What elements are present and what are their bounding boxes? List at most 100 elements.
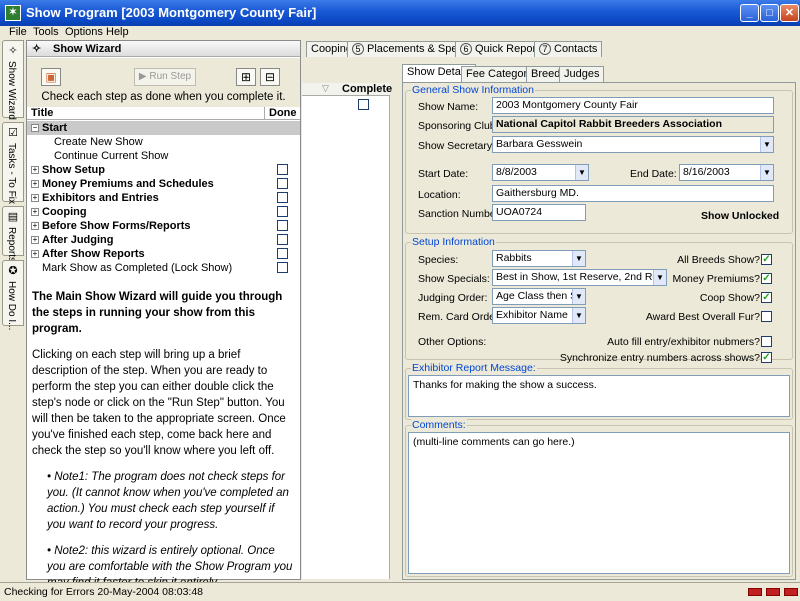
step-done-checkbox[interactable] [277, 234, 288, 245]
comments-field[interactable]: (multi-line comments can go here.) [408, 432, 790, 574]
show-name-label: Show Name: [418, 101, 479, 113]
show-list-grid: ▽ Complete [302, 83, 392, 579]
money-premiums-label: Money Premiums? [672, 273, 760, 285]
minimize-button[interactable]: _ [740, 4, 759, 22]
tree-step-row[interactable]: + After Judging [27, 233, 300, 247]
wizard-home-icon[interactable]: ▣ [41, 68, 61, 86]
chevron-down-icon[interactable]: ▼ [760, 137, 773, 152]
chevron-down-icon[interactable]: ▼ [575, 165, 588, 180]
specials-value: Best in Show, 1st Reserve, 2nd Reserve [496, 271, 667, 283]
tree-step-row[interactable]: Create New Show [27, 135, 300, 149]
step-done-checkbox[interactable] [277, 262, 288, 273]
tree-step-row[interactable]: + After Show Reports [27, 247, 300, 261]
step-done-checkbox[interactable] [277, 206, 288, 217]
expand-icon[interactable]: + [31, 208, 39, 216]
chevron-down-icon[interactable]: ▼ [653, 270, 666, 285]
secretary-value: Barbara Gesswein [496, 138, 583, 150]
grid-header: ▽ Complete [302, 83, 392, 96]
location-field[interactable]: Gaithersburg MD. [492, 185, 774, 202]
wizard-header: ✧ Show Wizard [27, 41, 300, 57]
menu-tools[interactable]: Tools [33, 26, 59, 38]
expand-icon[interactable]: + [31, 236, 39, 244]
wizard-instruction: Check each step as done when you complet… [41, 91, 286, 103]
chevron-down-icon[interactable]: ▼ [572, 251, 585, 266]
collapse-all-icon[interactable]: ⊟ [260, 68, 280, 86]
tree-step-row[interactable]: + Show Setup [27, 163, 300, 177]
auto-fill-checkbox[interactable] [761, 336, 772, 347]
tasks-icon: ☑ [8, 127, 18, 139]
sanction-field[interactable]: UOA0724 [492, 204, 586, 221]
report-message-group: Exhibitor Report Message: Thanks for mak… [405, 362, 793, 420]
side-tab-label: Show Wizard [6, 61, 17, 120]
side-tab-strip: ✧ Show Wizard ☑ Tasks - To Fix ▤ Reports… [2, 40, 24, 580]
tree-step-label: Create New Show [54, 136, 143, 148]
menu-help[interactable]: Help [106, 26, 129, 38]
money-premiums-checkbox[interactable]: ✓ [761, 273, 772, 284]
auto-fill-label: Auto fill entry/exhibitor nubmers? [607, 336, 760, 348]
chevron-down-icon[interactable]: ▼ [760, 165, 773, 180]
menu-options[interactable]: Options [65, 26, 103, 38]
tree-step-row[interactable]: + Money Premiums and Schedules [27, 177, 300, 191]
tree-step-row[interactable]: Mark Show as Completed (Lock Show) [27, 261, 300, 275]
expand-icon[interactable]: + [31, 250, 39, 258]
step-done-checkbox[interactable] [277, 164, 288, 175]
side-tab-reports[interactable]: ▤ Reports [2, 206, 24, 262]
show-details-panel: Show Details Fee Categories Breeds Judge… [400, 64, 798, 580]
tree-step-row[interactable]: − Start [27, 121, 300, 135]
tree-step-label: After Judging [42, 234, 114, 246]
step-done-checkbox[interactable] [277, 220, 288, 231]
chevron-down-icon[interactable]: ▼ [572, 308, 585, 323]
tree-step-row[interactable]: + Cooping [27, 205, 300, 219]
tab-judges[interactable]: Judges [559, 66, 605, 82]
tree-step-row[interactable]: + Exhibitors and Entries [27, 191, 300, 205]
menu-file[interactable]: File [9, 26, 27, 38]
tab-contacts[interactable]: 7 Contacts [534, 41, 603, 57]
rem-card-combo[interactable]: Exhibitor Name ▼ [492, 307, 586, 324]
end-date-picker[interactable]: 8/16/2003 ▼ [679, 164, 774, 181]
lock-status: Show Unlocked [701, 210, 780, 222]
tree-step-row[interactable]: Continue Current Show [27, 149, 300, 163]
tab-label: Contacts [554, 43, 598, 55]
side-tab-how-do-i[interactable]: ✪ How Do I... [2, 260, 24, 330]
best-fur-label: Award Best Overall Fur? [645, 311, 760, 323]
tab-page: General Show Information Show Name: 2003… [402, 82, 796, 580]
judging-order-combo[interactable]: Age Class then Sex ▼ [492, 288, 586, 305]
sanction-label: Sanction Number: [418, 208, 503, 220]
expand-all-icon[interactable]: ⊞ [236, 68, 256, 86]
report-message-field[interactable]: Thanks for making the show a success. [408, 375, 790, 417]
expand-icon[interactable]: + [31, 222, 39, 230]
general-info-group: General Show Information Show Name: 2003… [405, 84, 793, 234]
step-done-checkbox[interactable] [277, 248, 288, 259]
expand-icon[interactable]: + [31, 194, 39, 202]
side-tab-tasks[interactable]: ☑ Tasks - To Fix [2, 122, 24, 204]
run-step-button[interactable]: ▶ Run Step [134, 68, 196, 86]
start-date-value: 8/8/2003 [496, 166, 537, 178]
specials-combo[interactable]: Best in Show, 1st Reserve, 2nd Reserve ▼ [492, 269, 667, 286]
tree-step-label: Continue Current Show [54, 150, 169, 162]
coop-show-checkbox[interactable]: ✓ [761, 292, 772, 303]
best-fur-checkbox[interactable] [761, 311, 772, 322]
secretary-combo[interactable]: Barbara Gesswein ▼ [492, 136, 774, 153]
side-tab-show-wizard[interactable]: ✧ Show Wizard [2, 40, 24, 120]
expand-icon[interactable]: + [31, 180, 39, 188]
species-label: Species: [418, 254, 459, 266]
show-name-field[interactable]: 2003 Montgomery County Fair [492, 97, 774, 114]
tree-step-row[interactable]: + Before Show Forms/Reports [27, 219, 300, 233]
chevron-down-icon[interactable]: ▼ [572, 289, 585, 304]
club-field[interactable]: National Capitol Rabbit Breeders Associa… [492, 116, 774, 133]
grid-complete-checkbox[interactable] [358, 99, 369, 110]
maximize-button[interactable]: □ [760, 4, 779, 22]
tab-label: Cooping [311, 43, 352, 55]
close-button[interactable]: ✕ [780, 4, 799, 22]
step-done-checkbox[interactable] [277, 178, 288, 189]
species-combo[interactable]: Rabbits ▼ [492, 250, 586, 267]
synchronize-checkbox[interactable]: ✓ [761, 352, 772, 363]
wand-icon: ✧ [8, 45, 18, 57]
wizard-title: Show Wizard [53, 43, 122, 55]
collapse-icon[interactable]: − [31, 124, 39, 132]
expand-icon[interactable]: + [31, 166, 39, 174]
step-done-checkbox[interactable] [277, 192, 288, 203]
all-breeds-checkbox[interactable]: ✓ [761, 254, 772, 265]
start-date-picker[interactable]: 8/8/2003 ▼ [492, 164, 589, 181]
tree-step-label: Show Setup [42, 164, 105, 176]
